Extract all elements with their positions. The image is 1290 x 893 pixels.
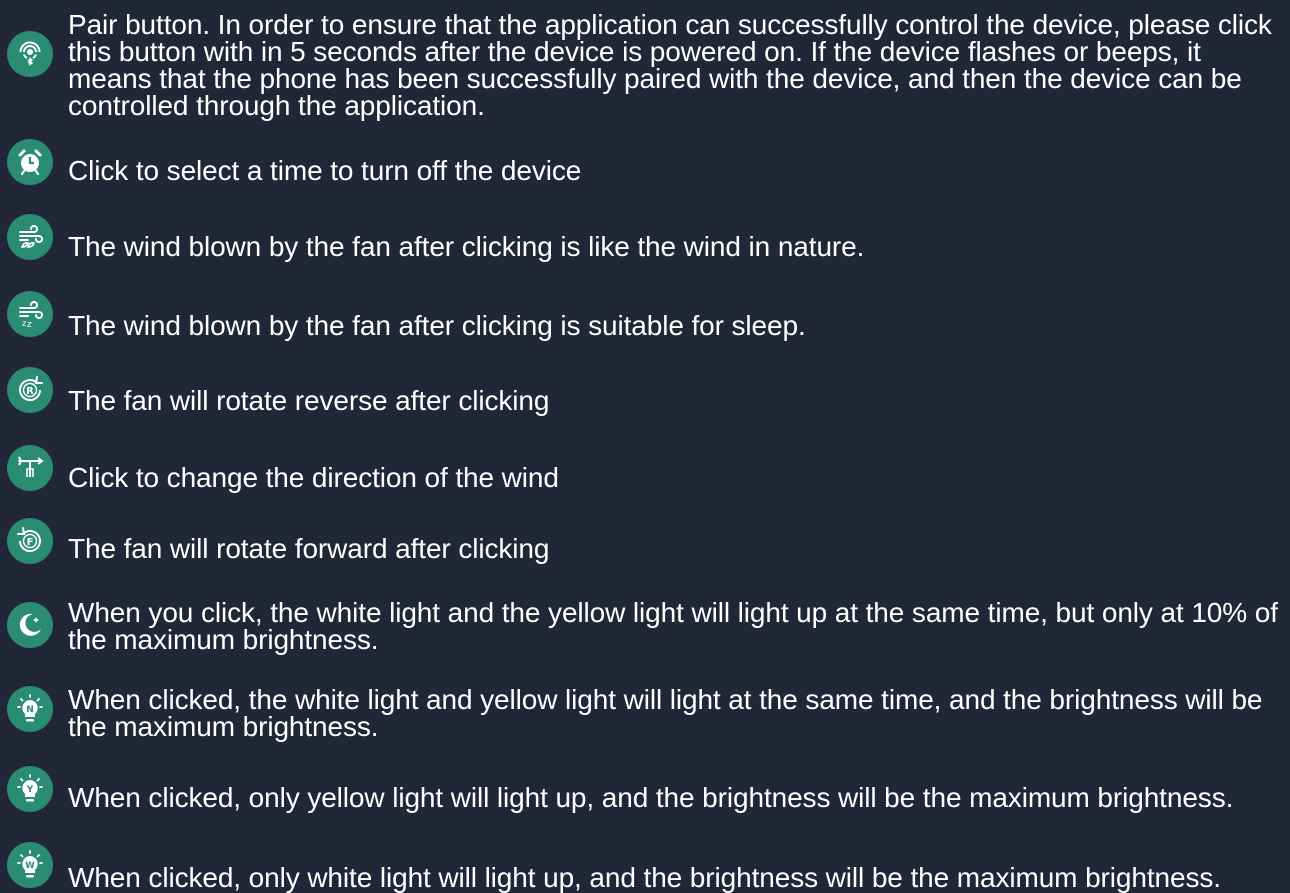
moon-light-description: When you click, the white light and the …	[68, 597, 1278, 655]
wind-direction-icon[interactable]	[7, 445, 53, 491]
pair-description: Pair button. In order to ensure that the…	[68, 9, 1272, 121]
reverse-rotation-description: The fan will rotate reverse after clicki…	[68, 385, 550, 416]
sleep-wind-description: The wind blown by the fan after clicking…	[68, 310, 806, 341]
natural-wind-description: The wind blown by the fan after clicking…	[68, 231, 865, 262]
svg-text:z: z	[22, 319, 26, 328]
moon-night-light-icon[interactable]	[7, 602, 53, 648]
sleep-wind-icon[interactable]: z z	[7, 291, 53, 337]
svg-text:W: W	[25, 861, 35, 871]
svg-text:z: z	[27, 320, 32, 330]
wind-direction-description: Click to change the direction of the win…	[68, 462, 559, 493]
pair-icon[interactable]	[7, 31, 53, 77]
bulb-w-icon[interactable]: W	[7, 842, 53, 888]
bulb-n-description: When clicked, the white light and yellow…	[68, 684, 1263, 742]
svg-text:N: N	[26, 705, 34, 715]
svg-text:Y: Y	[26, 785, 34, 795]
alarm-clock-icon[interactable]	[7, 139, 53, 185]
svg-text:F: F	[27, 537, 34, 548]
reverse-rotation-icon[interactable]: R	[7, 367, 53, 413]
bulb-w-description: When clicked, only white light will ligh…	[68, 862, 1221, 893]
forward-rotation-icon[interactable]: F	[7, 518, 53, 564]
natural-wind-icon[interactable]	[7, 214, 53, 260]
forward-rotation-description: The fan will rotate forward after clicki…	[68, 533, 550, 564]
timer-description: Click to select a time to turn off the d…	[68, 155, 582, 186]
svg-text:R: R	[26, 386, 34, 397]
bulb-n-icon[interactable]: N	[7, 686, 53, 732]
bulb-y-icon[interactable]: Y	[7, 766, 53, 812]
bulb-y-description: When clicked, only yellow light will lig…	[68, 782, 1234, 813]
